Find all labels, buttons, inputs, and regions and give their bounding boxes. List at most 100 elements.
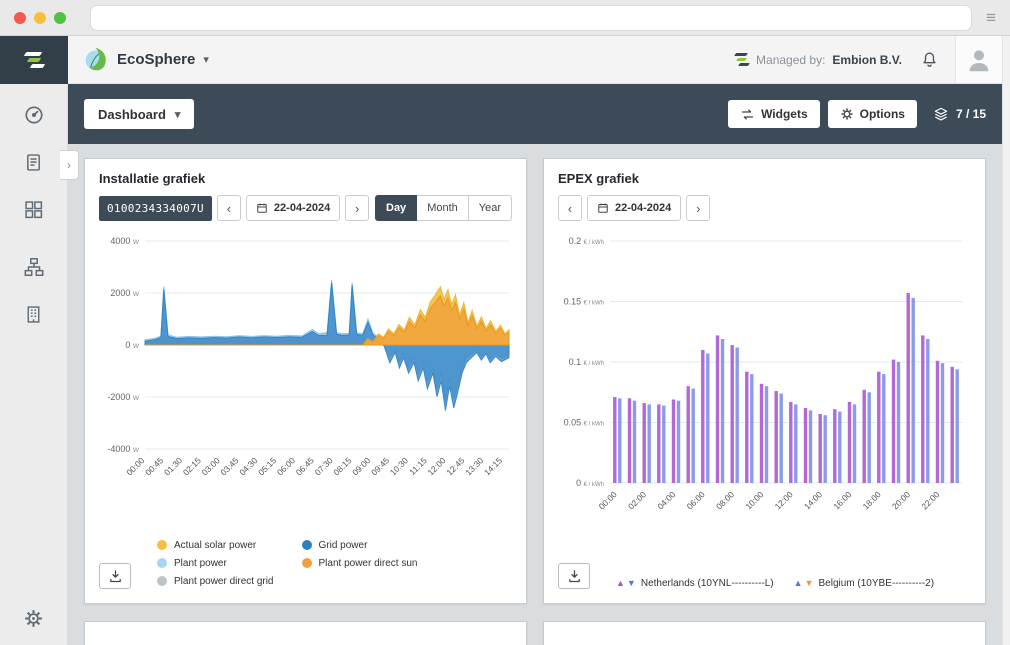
app-switcher[interactable]: EcoSphere ▾ [82, 46, 209, 73]
download-button[interactable] [558, 563, 590, 589]
tab-day[interactable]: Day [375, 195, 417, 221]
next-day-button[interactable]: › [686, 195, 710, 221]
svg-text:04:30: 04:30 [237, 455, 259, 477]
options-button[interactable]: Options [828, 100, 917, 128]
legend-item: ▲▼ Belgium (10YBE----------2) [794, 578, 934, 589]
sidebar-item-buildings[interactable] [23, 304, 44, 325]
window-close-button[interactable] [14, 12, 26, 24]
legend-dot-icon [157, 558, 167, 568]
svg-text:06:00: 06:00 [275, 455, 297, 477]
gauge-icon [23, 104, 45, 126]
user-avatar[interactable] [955, 36, 1002, 83]
triangle-down-icon: ▼ [805, 579, 814, 588]
legend-label: Plant power [174, 558, 227, 569]
svg-text:4000 W: 4000 W [110, 236, 140, 246]
period-segmented-control: Day Month Year [375, 195, 512, 221]
legend-dot-icon [157, 540, 167, 550]
managed-by-label: Managed by: [756, 53, 825, 67]
date-value: 22-04-2024 [274, 202, 330, 214]
person-icon [964, 45, 994, 75]
svg-text:12:00: 12:00 [773, 489, 795, 511]
sidebar-item-network[interactable] [23, 256, 45, 278]
dashboard-selector-label: Dashboard [98, 107, 166, 122]
widget-title: Installatie grafiek [99, 171, 512, 186]
svg-text:09:00: 09:00 [350, 455, 372, 477]
notifications-bell-icon[interactable] [920, 50, 939, 69]
svg-text:2000 W: 2000 W [110, 288, 140, 298]
app-header: EcoSphere ▾ Managed by: Embion B.V. [0, 36, 1002, 84]
sidebar-item-settings[interactable] [23, 608, 44, 629]
epex-legend: ▲▼Netherlands (10YNL----------L)▲▼Belgiu… [616, 578, 934, 589]
download-button[interactable] [99, 563, 131, 589]
sidebar-expand-handle[interactable]: › [60, 150, 79, 180]
svg-text:14:00: 14:00 [802, 489, 824, 511]
dashboard-selector[interactable]: Dashboard ▾ [84, 99, 194, 129]
sidebar [0, 84, 68, 645]
svg-text:03:45: 03:45 [218, 455, 240, 477]
app-name: EcoSphere [117, 51, 195, 68]
svg-text:08:15: 08:15 [331, 455, 353, 477]
partial-widget [543, 621, 986, 645]
download-icon [108, 569, 123, 584]
building-icon [23, 304, 44, 325]
legend-item: Actual solar power [157, 537, 274, 553]
chevron-left-icon: ‹ [568, 201, 572, 216]
ecosphere-logo-icon [82, 46, 109, 73]
svg-text:01:30: 01:30 [162, 455, 184, 477]
sidebar-item-reports[interactable] [23, 152, 44, 173]
layers-icon [933, 106, 949, 122]
date-picker-button[interactable]: 22-04-2024 [587, 195, 681, 221]
svg-text:10:00: 10:00 [743, 489, 765, 511]
legend-item: Plant power [157, 555, 274, 571]
embion-logo-icon [25, 52, 44, 68]
embion-mini-logo-icon [735, 53, 749, 66]
svg-text:16:00: 16:00 [831, 489, 853, 511]
date-picker-button[interactable]: 22-04-2024 [246, 195, 340, 221]
svg-text:00:00: 00:00 [124, 455, 146, 477]
svg-text:20:00: 20:00 [890, 489, 912, 511]
legend-dot-icon [302, 540, 312, 550]
prev-day-button[interactable]: ‹ [217, 195, 241, 221]
sidebar-item-dashboard[interactable] [23, 104, 45, 126]
svg-text:0 € / kWh: 0 € / kWh [576, 478, 604, 488]
triangle-up-icon: ▲ [794, 579, 803, 588]
svg-text:0.05 € / kWh: 0.05 € / kWh [564, 418, 604, 428]
installation-serial-badge[interactable]: 0100234334007U [99, 196, 212, 221]
legend-label: Actual solar power [174, 540, 256, 551]
legend-label: Grid power [319, 540, 368, 551]
page-scrollbar[interactable] [1002, 36, 1010, 645]
legend-label: Belgium (10YBE----------2) [819, 578, 935, 589]
gear-icon [23, 608, 44, 629]
svg-text:11:15: 11:15 [407, 455, 429, 477]
tab-month[interactable]: Month [417, 195, 469, 221]
chevron-left-icon: ‹ [227, 201, 231, 216]
download-icon [567, 569, 582, 584]
triangle-down-icon: ▼ [627, 579, 636, 588]
widgets-button[interactable]: Widgets [728, 100, 820, 128]
svg-text:08:00: 08:00 [714, 489, 736, 511]
prev-day-button[interactable]: ‹ [558, 195, 582, 221]
svg-text:18:00: 18:00 [861, 489, 883, 511]
managed-by-value: Embion B.V. [832, 53, 902, 67]
svg-text:-4000 W: -4000 W [107, 444, 140, 454]
tab-year[interactable]: Year [469, 195, 512, 221]
gear-icon [840, 107, 854, 121]
chevron-right-icon: › [696, 201, 700, 216]
svg-text:13:30: 13:30 [463, 455, 485, 477]
next-day-button[interactable]: › [345, 195, 369, 221]
dashboard-toolbar: Dashboard ▾ Widgets [68, 84, 1002, 144]
window-controls [14, 12, 66, 24]
window-minimize-button[interactable] [34, 12, 46, 24]
svg-text:00:45: 00:45 [143, 455, 165, 477]
browser-menu-icon[interactable]: ≡ [986, 9, 996, 26]
embion-logo[interactable] [0, 36, 68, 84]
svg-text:0 W: 0 W [125, 340, 140, 350]
window-zoom-button[interactable] [54, 12, 66, 24]
chevron-down-icon: ▾ [203, 53, 209, 66]
installatie-chart: 4000 W2000 W0 W-2000 W-4000 W00:0000:450… [99, 227, 514, 515]
svg-text:12:00: 12:00 [425, 455, 447, 477]
url-bar[interactable] [90, 5, 972, 31]
document-icon [23, 152, 44, 173]
epex-widget: EPEX grafiek ‹ 22-04-2024 › [543, 158, 986, 604]
sidebar-item-widgets[interactable] [23, 199, 44, 220]
